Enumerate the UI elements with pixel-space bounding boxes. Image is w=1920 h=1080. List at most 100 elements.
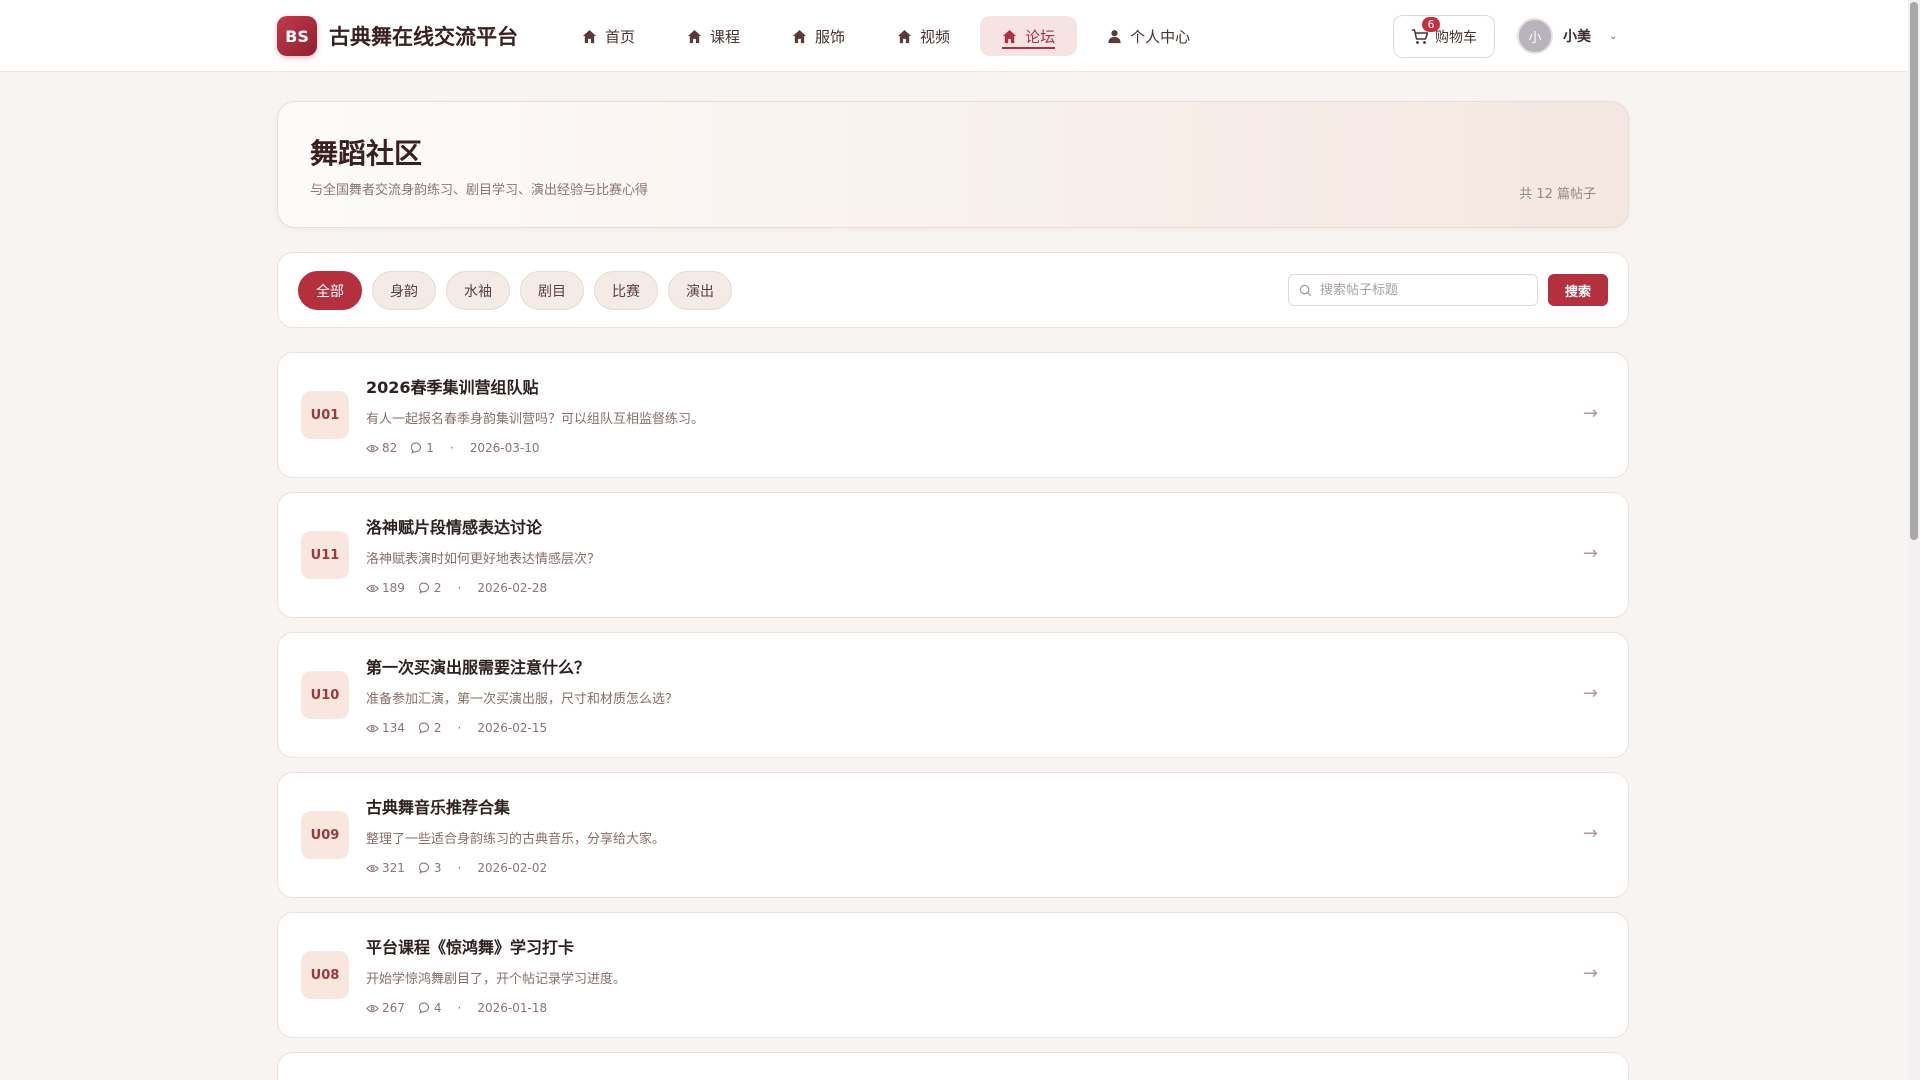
search-icon [1299, 284, 1312, 296]
category-filters: 全部 身韵 水袖 剧目 比赛 演出 [298, 271, 732, 310]
post-meta: 134 2 · 2026-02-15 [366, 721, 547, 735]
filter-chip-shenyun[interactable]: 身韵 [372, 271, 436, 310]
post-card-partial[interactable] [277, 1052, 1629, 1080]
post-card[interactable]: U01 2026春季集训营组队贴 有人一起报名春季身韵集训营吗？可以组队互相监督… [277, 352, 1629, 478]
nav-item-home[interactable]: 首页 [560, 16, 657, 56]
arrow-right-icon: → [1582, 543, 1598, 564]
user-tag: U01 [301, 391, 349, 439]
post-date: 2026-02-28 [477, 581, 548, 595]
post-excerpt: 整理了一些适合身韵练习的古典音乐，分享给大家。 [366, 832, 666, 847]
comments: 2 [418, 721, 442, 735]
post-title: 洛神赋片段情感表达讨论 [366, 518, 543, 537]
search-button[interactable]: 搜索 [1548, 274, 1608, 306]
user-icon [1108, 29, 1121, 43]
page-scrollbar[interactable] [1908, 0, 1920, 1080]
nav-label: 论坛 [1025, 27, 1056, 46]
post-card[interactable]: U09 古典舞音乐推荐合集 整理了一些适合身韵练习的古典音乐，分享给大家。 32… [277, 772, 1629, 898]
post-meta: 267 4 · 2026-01-18 [366, 1001, 547, 1015]
main-nav: 首页 课程 服饰 视频 论坛 个人中心 [560, 16, 1212, 56]
cart-button[interactable]: 6 购物车 [1393, 15, 1495, 58]
page-subtitle: 与全国舞者交流身韵练习、剧目学习、演出经验与比赛心得 [310, 183, 649, 198]
top-navigation-bar: BS 古典舞在线交流平台 首页 课程 服饰 视频 论坛 个人中心 6 购物车 小… [0, 0, 1908, 72]
avatar: 小 [1517, 18, 1553, 54]
filter-chip-all[interactable]: 全部 [298, 271, 362, 310]
post-excerpt: 开始学惊鸿舞剧目了，开个帖记录学习进度。 [366, 972, 627, 987]
post-title: 平台课程《惊鸿舞》学习打卡 [366, 938, 575, 957]
comments: 2 [418, 581, 442, 595]
user-tag: U08 [301, 951, 349, 999]
arrow-right-icon: → [1582, 683, 1598, 704]
cart-count-badge: 6 [1422, 17, 1440, 32]
arrow-right-icon: → [1582, 823, 1598, 844]
home-icon [1003, 29, 1017, 43]
nav-item-costumes[interactable]: 服饰 [770, 16, 867, 56]
filter-chip-repertoire[interactable]: 剧目 [520, 271, 584, 310]
view-count: 134 [382, 721, 405, 735]
post-excerpt: 洛神赋表演时如何更好地表达情感层次？ [366, 552, 601, 567]
post-title: 2026春季集训营组队贴 [366, 378, 539, 397]
comment-icon [418, 722, 429, 734]
comment-count: 4 [433, 1001, 442, 1015]
home-icon [792, 29, 807, 43]
nav-item-videos[interactable]: 视频 [875, 16, 972, 56]
post-card[interactable]: U08 平台课程《惊鸿舞》学习打卡 开始学惊鸿舞剧目了，开个帖记录学习进度。 2… [277, 912, 1629, 1038]
search-box [1288, 274, 1538, 306]
comments: 1 [411, 441, 434, 455]
scrollbar-thumb[interactable] [1910, 2, 1918, 540]
user-tag: U10 [301, 671, 349, 719]
views: 189 [366, 581, 405, 595]
comment-icon [418, 862, 429, 874]
post-count: 共 12 篇帖子 [1519, 187, 1596, 202]
separator-dot: · [457, 581, 462, 595]
post-meta: 82 1 · 2026-03-10 [366, 441, 540, 455]
chevron-down-icon: ⌄ [1609, 30, 1618, 42]
filter-chip-competition[interactable]: 比赛 [594, 271, 658, 310]
nav-label: 首页 [605, 27, 636, 46]
filter-chip-shuixiu[interactable]: 水袖 [446, 271, 510, 310]
search-input[interactable] [1320, 282, 1520, 298]
view-count: 267 [382, 1001, 405, 1015]
user-tag: U09 [301, 811, 349, 859]
separator-dot: · [457, 861, 462, 875]
comment-count: 1 [426, 441, 434, 455]
view-count: 82 [382, 441, 398, 455]
view-count: 321 [382, 861, 405, 875]
site-name: 古典舞在线交流平台 [329, 25, 518, 49]
post-card[interactable]: U10 第一次买演出服需要注意什么？ 准备参加汇演，第一次买演出服，尺寸和材质怎… [277, 632, 1629, 758]
eye-icon [366, 444, 379, 452]
post-card[interactable]: U11 洛神赋片段情感表达讨论 洛神赋表演时如何更好地表达情感层次？ 189 2… [277, 492, 1629, 618]
views: 134 [366, 721, 405, 735]
post-date: 2026-03-10 [469, 441, 540, 455]
eye-icon [366, 864, 379, 872]
post-title: 古典舞音乐推荐合集 [366, 798, 511, 817]
views: 321 [366, 861, 405, 875]
post-date: 2026-02-15 [477, 721, 548, 735]
separator-dot: · [457, 721, 462, 735]
views: 267 [366, 1001, 405, 1015]
brand[interactable]: BS 古典舞在线交流平台 [277, 16, 518, 56]
nav-label: 个人中心 [1130, 27, 1191, 46]
home-icon [897, 29, 912, 43]
nav-item-profile[interactable]: 个人中心 [1085, 16, 1212, 56]
nav-item-forum[interactable]: 论坛 [980, 16, 1078, 56]
filter-chip-performance[interactable]: 演出 [668, 271, 732, 310]
nav-item-courses[interactable]: 课程 [665, 16, 762, 56]
post-date: 2026-01-18 [477, 1001, 548, 1015]
nav-label: 视频 [920, 27, 951, 46]
nav-label: 课程 [710, 27, 741, 46]
comments: 3 [418, 861, 442, 875]
post-meta: 321 3 · 2026-02-02 [366, 861, 547, 875]
comment-icon [411, 442, 422, 454]
home-icon [582, 29, 597, 43]
comment-count: 2 [433, 581, 442, 595]
cart-label: 购物车 [1435, 29, 1477, 46]
arrow-right-icon: → [1582, 963, 1598, 984]
user-menu[interactable]: 小 小美 ⌄ [1517, 18, 1617, 54]
post-title: 第一次买演出服需要注意什么？ [366, 658, 591, 677]
views: 82 [366, 441, 397, 455]
post-date: 2026-02-02 [477, 861, 548, 875]
community-header: 舞蹈社区 与全国舞者交流身韵练习、剧目学习、演出经验与比赛心得 共 12 篇帖子 [277, 101, 1629, 228]
page-title: 舞蹈社区 [310, 137, 423, 170]
eye-icon [366, 1004, 379, 1012]
comments: 4 [418, 1001, 442, 1015]
